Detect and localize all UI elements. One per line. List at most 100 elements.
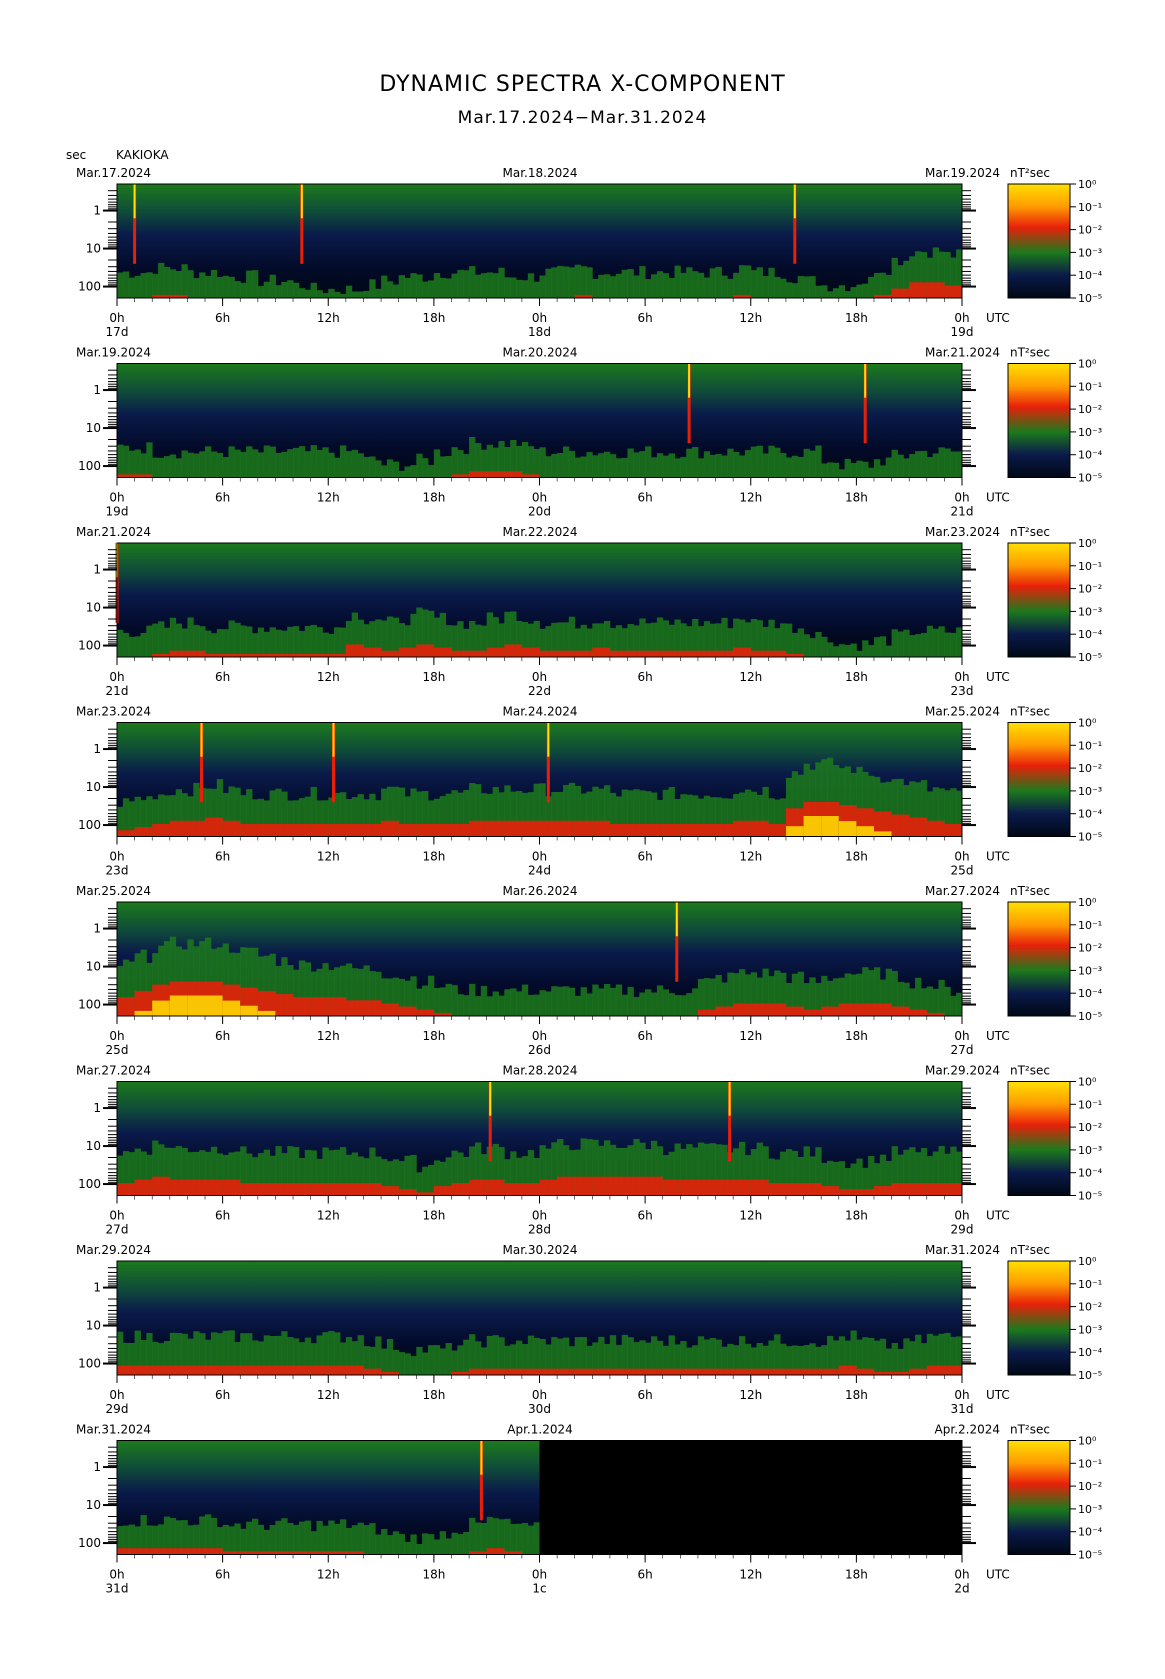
activity-red-band — [345, 1000, 364, 1016]
activity-red-band — [381, 1003, 400, 1016]
x-tick-label: 18h — [845, 491, 868, 505]
activity-green-band — [451, 273, 458, 298]
x-timezone-label: UTC — [986, 1029, 1010, 1043]
x-tick-label: 6h — [215, 311, 230, 325]
activity-green-band — [287, 449, 294, 478]
activity-green-band — [398, 275, 405, 298]
activity-red-band — [222, 1179, 241, 1196]
x-tick-label: 6h — [215, 491, 230, 505]
activity-green-band — [539, 447, 546, 478]
activity-red-band — [539, 1368, 558, 1375]
colorbar-tick-label: 10⁻² — [1078, 583, 1102, 596]
activity-red-band — [750, 650, 769, 657]
activity-green-band — [345, 285, 353, 298]
activity-green-band — [416, 1544, 423, 1555]
x-day-label: 29d — [951, 1223, 974, 1237]
activity-red-band — [363, 1368, 382, 1375]
colorbar-unit-label: nT²sec — [1010, 705, 1050, 719]
activity-green-band — [281, 630, 288, 657]
activity-green-band — [322, 1525, 329, 1555]
activity-green-band — [222, 629, 229, 657]
activity-green-band — [651, 274, 658, 298]
activity-green-band — [287, 626, 294, 657]
impulse-spike — [133, 184, 137, 264]
x-tick-label: 12h — [739, 1029, 762, 1043]
activity-green-band — [516, 279, 523, 298]
activity-red-band — [345, 644, 364, 657]
activity-green-band — [809, 638, 816, 657]
panel-mid-date: Apr.1.2024 — [507, 1423, 572, 1437]
activity-green-band — [422, 1352, 429, 1375]
activity-yellow-band — [786, 826, 804, 837]
activity-green-band — [563, 986, 570, 1016]
colorbar: 10⁰ 10⁻¹ 10⁻² 10⁻³ 10⁻⁴ 10⁻⁵ — [1007, 896, 1103, 1023]
activity-red-band — [275, 824, 294, 837]
activity-green-band — [656, 453, 664, 478]
activity-green-band — [662, 989, 669, 1016]
colorbar-unit-label: nT²sec — [1010, 346, 1050, 360]
activity-green-band — [181, 264, 188, 298]
activity-green-band — [645, 989, 652, 1016]
activity-green-band — [791, 633, 799, 657]
activity-green-band — [768, 445, 775, 478]
activity-green-band — [692, 447, 699, 478]
activity-green-band — [891, 1343, 898, 1375]
activity-green-band — [463, 1532, 470, 1555]
activity-red-band — [504, 644, 523, 657]
activity-red-band — [838, 1189, 857, 1196]
activity-green-band — [287, 280, 294, 298]
activity-red-band — [557, 820, 576, 837]
activity-red-band — [856, 1003, 875, 1016]
activity-green-band — [627, 269, 634, 298]
activity-green-band — [762, 276, 769, 298]
activity-red-band — [152, 1176, 171, 1196]
activity-green-band — [240, 282, 247, 298]
activity-green-band — [275, 629, 282, 657]
x-tick-label: 18h — [422, 1029, 445, 1043]
activity-green-band — [334, 1523, 341, 1555]
activity-green-band — [568, 450, 576, 478]
colorbar: 10⁰ 10⁻¹ 10⁻² 10⁻³ 10⁻⁴ 10⁻⁵ — [1007, 537, 1103, 664]
activity-green-band — [574, 264, 581, 298]
impulse-spike — [546, 722, 550, 803]
activity-green-band — [609, 454, 617, 478]
activity-green-band — [222, 1524, 229, 1555]
activity-green-band — [586, 267, 593, 298]
activity-green-band — [275, 1520, 282, 1555]
activity-red-band — [909, 1368, 928, 1375]
activity-red-band — [275, 1365, 294, 1375]
activity-green-band — [821, 463, 828, 478]
activity-green-band — [615, 984, 623, 1016]
activity-green-band — [580, 456, 587, 478]
activity-red-band — [926, 820, 945, 837]
activity-green-band — [856, 460, 863, 478]
activity-green-band — [404, 278, 411, 298]
x-timezone-label: UTC — [986, 850, 1010, 864]
colorbar-unit-label: nT²sec — [1010, 1243, 1050, 1257]
activity-green-band — [504, 989, 511, 1016]
panel-end-date: Mar.23.2024 — [925, 525, 1000, 539]
activity-green-band — [909, 635, 916, 657]
activity-green-band — [885, 457, 892, 478]
activity-green-band — [293, 1524, 300, 1555]
x-tick-label: 6h — [215, 1568, 230, 1582]
impulse-spike — [863, 363, 867, 444]
activity-green-band — [304, 451, 312, 478]
activity-green-band — [457, 1345, 464, 1375]
y-tick-label: 10 — [86, 1498, 101, 1512]
activity-red-band — [768, 650, 787, 657]
activity-red-band — [240, 824, 259, 837]
activity-green-band — [475, 274, 482, 298]
activity-green-band — [504, 1518, 511, 1555]
x-tick-label: 6h — [638, 1388, 653, 1402]
activity-green-band — [920, 450, 928, 478]
activity-red-band — [293, 1365, 311, 1375]
colorbar-tick-label: 10⁻⁴ — [1078, 808, 1103, 821]
activity-green-band — [310, 445, 317, 478]
activity-green-band — [428, 1165, 435, 1196]
activity-green-band — [252, 270, 259, 298]
colorbar-tick-label: 10⁻⁵ — [1078, 472, 1102, 485]
activity-green-band — [340, 445, 347, 478]
activity-green-band — [392, 1349, 400, 1375]
activity-green-band — [451, 1532, 458, 1555]
